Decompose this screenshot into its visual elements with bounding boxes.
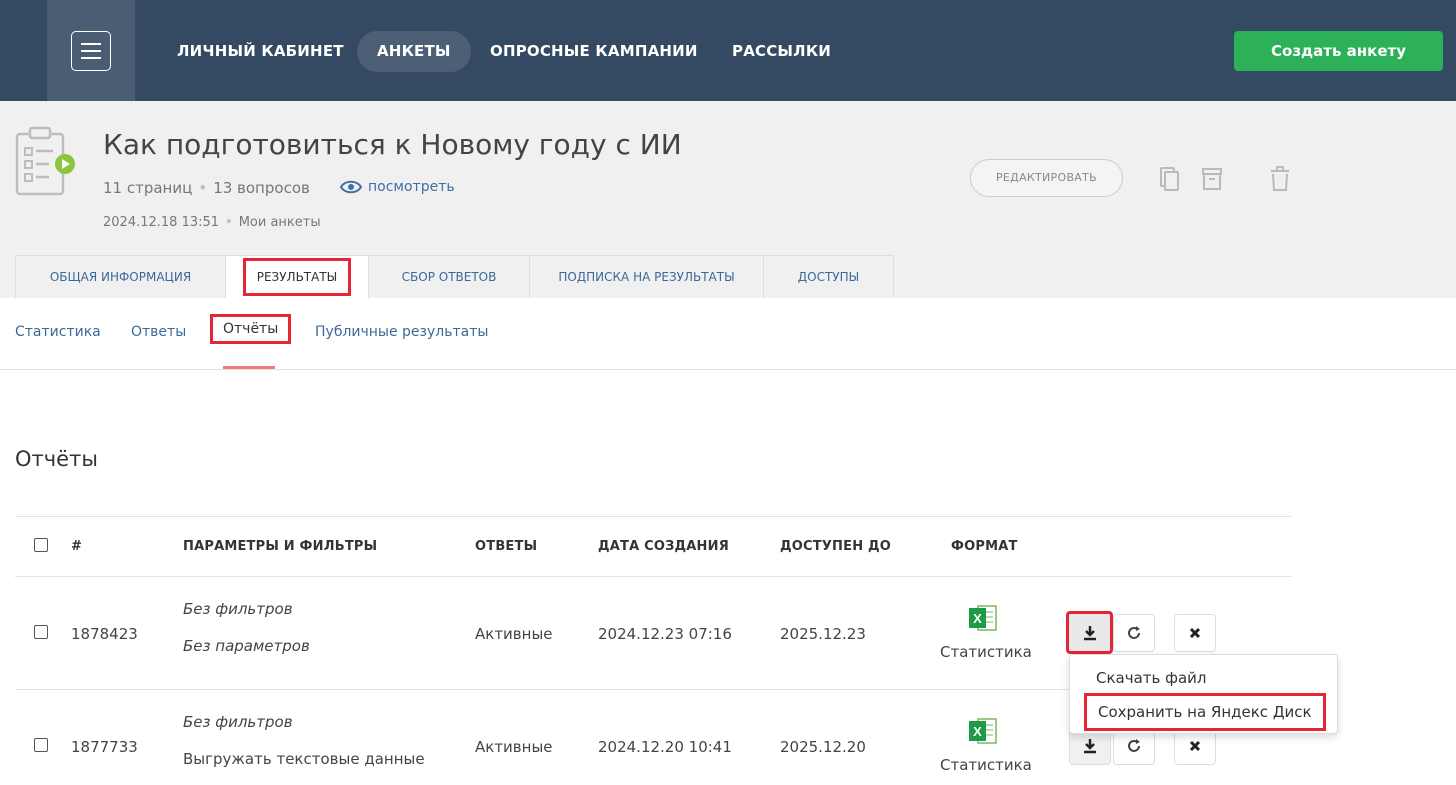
eye-icon bbox=[340, 180, 362, 194]
svg-text:X: X bbox=[973, 611, 982, 626]
report-format: Статистика bbox=[940, 643, 1032, 661]
report-answers: Активные bbox=[475, 625, 553, 643]
tab-collect-answers[interactable]: СБОР ОТВЕТОВ bbox=[368, 255, 530, 298]
survey-meta: 11 страниц • 13 вопросов bbox=[103, 179, 310, 197]
refresh-icon bbox=[1128, 626, 1140, 639]
table-top-border bbox=[15, 516, 1291, 517]
nav-mailings[interactable]: РАССЫЛКИ bbox=[732, 31, 831, 72]
top-navbar: ЛИЧНЫЙ КАБИНЕТ АНКЕТЫ ОПРОСНЫЕ КАМПАНИИ … bbox=[0, 0, 1456, 101]
nav-survey-campaigns[interactable]: ОПРОСНЫЕ КАМПАНИИ bbox=[490, 31, 698, 72]
report-answers: Активные bbox=[475, 738, 553, 756]
close-icon bbox=[1189, 627, 1201, 639]
view-survey-link[interactable]: посмотреть bbox=[340, 179, 455, 195]
survey-date: 2024.12.18 13:51 bbox=[103, 215, 220, 230]
report-filters: Без фильтров bbox=[183, 713, 293, 731]
tab-results-subscription[interactable]: ПОДПИСКА НА РЕЗУЛЬТАТЫ bbox=[529, 255, 764, 298]
download-dropdown-menu: Скачать файл Сохранить на Яндекс Диск bbox=[1069, 654, 1338, 734]
col-header-format: ФОРМАТ bbox=[951, 539, 1018, 554]
report-format: Статистика bbox=[940, 756, 1032, 774]
menu-item-download-file[interactable]: Скачать файл bbox=[1096, 669, 1206, 687]
nav-personal-cabinet[interactable]: ЛИЧНЫЙ КАБИНЕТ bbox=[177, 31, 344, 72]
menu-toggle-area[interactable] bbox=[47, 0, 135, 101]
nav-surveys[interactable]: АНКЕТЫ bbox=[357, 31, 471, 72]
col-header-created: ДАТА СОЗДАНИЯ bbox=[598, 539, 729, 554]
survey-clipboard-icon bbox=[15, 126, 75, 196]
report-created: 2024.12.20 10:41 bbox=[598, 738, 732, 756]
download-button[interactable] bbox=[1066, 611, 1113, 654]
tab-results-label: РЕЗУЛЬТАТЫ bbox=[242, 258, 352, 296]
report-created: 2024.12.23 07:16 bbox=[598, 625, 732, 643]
col-header-number: # bbox=[71, 539, 83, 554]
download-icon bbox=[1083, 625, 1096, 640]
col-header-answers: ОТВЕТЫ bbox=[475, 539, 538, 554]
report-params: Без параметров bbox=[183, 637, 310, 655]
survey-folder: Мои анкеты bbox=[238, 215, 321, 230]
section-title: Отчёты bbox=[15, 447, 98, 471]
survey-meta-date: 2024.12.18 13:51 • Мои анкеты bbox=[103, 215, 321, 230]
question-count: 13 вопросов bbox=[213, 179, 310, 197]
download-icon bbox=[1084, 739, 1096, 754]
copy-icon[interactable] bbox=[1158, 166, 1180, 192]
report-id: 1877733 bbox=[71, 738, 138, 756]
row-checkbox[interactable] bbox=[34, 738, 48, 752]
report-until: 2025.12.23 bbox=[780, 625, 866, 643]
trash-icon[interactable] bbox=[1269, 166, 1291, 192]
edit-button[interactable]: РЕДАКТИРОВАТЬ bbox=[970, 159, 1123, 197]
select-all-checkbox[interactable] bbox=[34, 538, 48, 552]
subtab-public-results[interactable]: Публичные результаты bbox=[315, 324, 488, 340]
close-icon bbox=[1189, 740, 1201, 752]
menu-item-save-yandex-disk[interactable]: Сохранить на Яндекс Диск bbox=[1084, 693, 1326, 731]
col-header-params: ПАРАМЕТРЫ И ФИЛЬТРЫ bbox=[183, 539, 378, 554]
subtab-answers[interactable]: Ответы bbox=[131, 324, 186, 340]
archive-icon[interactable] bbox=[1201, 166, 1223, 192]
report-until: 2025.12.20 bbox=[780, 738, 866, 756]
subtab-statistics[interactable]: Статистика bbox=[15, 324, 101, 340]
survey-title: Как подготовиться к Новому году с ИИ bbox=[103, 128, 682, 161]
tab-general-info[interactable]: ОБЩАЯ ИНФОРМАЦИЯ bbox=[15, 255, 226, 298]
refresh-icon bbox=[1128, 739, 1140, 752]
report-id: 1878423 bbox=[71, 625, 138, 643]
tab-access[interactable]: ДОСТУПЫ bbox=[763, 255, 894, 298]
col-header-until: ДОСТУПЕН ДО bbox=[780, 539, 892, 554]
refresh-button[interactable] bbox=[1113, 614, 1155, 652]
excel-file-icon: X bbox=[969, 718, 997, 744]
delete-report-button[interactable] bbox=[1174, 614, 1216, 652]
report-params: Выгружать текстовые данные bbox=[183, 750, 425, 768]
hamburger-menu-icon[interactable] bbox=[71, 31, 111, 71]
view-label: посмотреть bbox=[368, 179, 455, 195]
subtab-reports[interactable]: Отчёты bbox=[210, 314, 292, 344]
excel-file-icon: X bbox=[969, 605, 997, 631]
table-header-border bbox=[15, 576, 1291, 577]
tab-results[interactable]: РЕЗУЛЬТАТЫ bbox=[225, 255, 369, 298]
page-count: 11 страниц bbox=[103, 179, 193, 197]
create-survey-button[interactable]: Создать анкету bbox=[1234, 31, 1443, 71]
svg-text:X: X bbox=[973, 724, 982, 739]
subnav-divider bbox=[0, 369, 1456, 370]
report-filters: Без фильтров bbox=[183, 600, 293, 618]
row-checkbox[interactable] bbox=[34, 625, 48, 639]
